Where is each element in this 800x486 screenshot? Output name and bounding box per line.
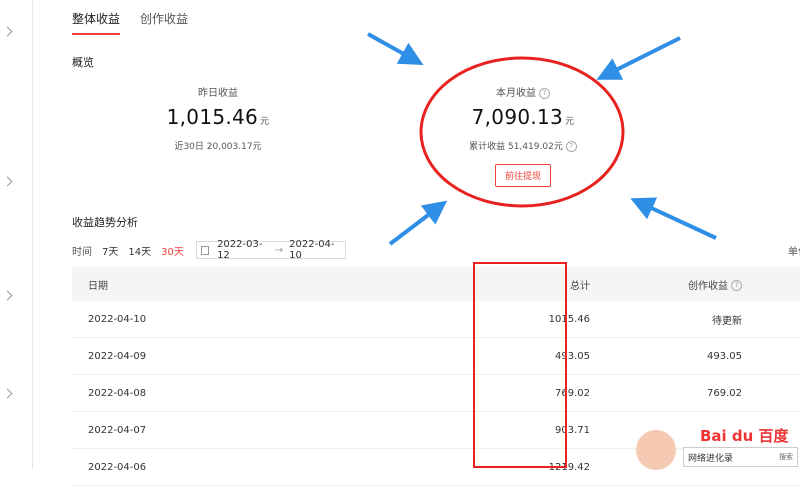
header-date: 日期 <box>72 267 289 301</box>
cumulative-income: 累计收益 51,419.02元? <box>443 139 603 152</box>
date-start: 2022-03-12 <box>217 239 263 261</box>
table-row: 2022-04-08 769.02 769.02 <box>72 374 800 412</box>
cell-creation-income: 769.02 <box>632 374 800 412</box>
cell-date: 2022-04-06 <box>72 448 289 486</box>
left-rail <box>0 0 33 469</box>
last-30-days-income: 近30日 20,003.17元 <box>174 142 262 152</box>
search-icon: 搜索 <box>779 453 793 461</box>
tab-overall-income[interactable]: 整体收益 <box>72 10 121 35</box>
calendar-icon <box>200 245 210 255</box>
yesterday-income-card: 昨日收益 1,015.46 元 近30日 20,003.17元 <box>138 84 298 152</box>
trend-title: 收益趋势分析 <box>72 216 138 229</box>
month-income-label: 本月收益? <box>443 84 603 99</box>
date-range-picker[interactable]: 2022-03-12 → 2022-04-10 <box>195 239 346 261</box>
cell-creation-income: 待更新 <box>632 301 800 338</box>
cell-total: 1015.46 <box>289 301 632 338</box>
date-range-selector: 时间 7天 14天 30天 2022-03-12 → 2022-04-10 <box>72 239 346 261</box>
month-income-value: 7,090.13 元 <box>471 105 575 129</box>
table-row: 2022-04-10 1015.46 待更新 <box>72 301 800 338</box>
watermark-text: 网络进化录 <box>688 453 734 464</box>
range-30-days[interactable]: 30天 <box>161 243 184 258</box>
table-row: 2022-04-09 493.05 493.05 <box>72 337 800 375</box>
chevron-icon[interactable] <box>2 26 13 37</box>
baidu-logo: Bai du 百度 <box>700 427 789 445</box>
date-separator: → <box>274 244 284 256</box>
help-icon[interactable]: ? <box>731 280 742 291</box>
overview-title: 概览 <box>72 56 94 69</box>
month-income-card: 本月收益? 7,090.13 元 累计收益 51,419.02元? 前往提现 <box>443 84 603 187</box>
cell-date: 2022-04-07 <box>72 411 289 449</box>
chevron-icon[interactable] <box>2 290 13 301</box>
unit-label: 单位 <box>788 247 800 258</box>
cell-total: 903.71 <box>289 411 632 449</box>
yesterday-income-value: 1,015.46 元 <box>166 105 270 129</box>
chevron-icon[interactable] <box>2 176 13 187</box>
income-tabs: 整体收益 创作收益 <box>72 10 188 35</box>
range-7-days[interactable]: 7天 <box>102 243 118 258</box>
header-total: 总计 <box>289 267 632 301</box>
date-end: 2022-04-10 <box>289 239 335 261</box>
help-icon[interactable]: ? <box>539 87 550 99</box>
withdraw-button[interactable]: 前往提现 <box>494 164 551 187</box>
time-label: 时间 <box>72 246 92 258</box>
range-14-days[interactable]: 14天 <box>128 243 151 258</box>
blue-arrow-annotation <box>367 32 424 65</box>
cell-date: 2022-04-08 <box>72 374 289 412</box>
help-icon[interactable]: ? <box>565 141 577 152</box>
table-header-row: 日期 总计 创作收益? <box>72 267 800 301</box>
yesterday-income-label: 昨日收益 <box>198 88 238 99</box>
header-creation-income: 创作收益? <box>632 267 800 301</box>
table-row: 2022-04-07 903.71 <box>72 411 800 449</box>
cell-total: 1219.42 <box>289 448 632 486</box>
blue-arrow-annotation <box>388 200 448 246</box>
cell-date: 2022-04-09 <box>72 337 289 375</box>
chevron-icon[interactable] <box>2 388 13 399</box>
blue-arrow-annotation <box>630 197 717 240</box>
cell-date: 2022-04-10 <box>72 301 289 338</box>
cell-total: 769.02 <box>289 374 632 412</box>
watermark-search-bar: 网络进化录 搜索 <box>683 447 798 467</box>
cell-creation-income: 493.05 <box>632 337 800 375</box>
cell-total: 493.05 <box>289 337 632 375</box>
tab-creation-income[interactable]: 创作收益 <box>140 10 188 35</box>
blue-arrow-annotation <box>596 36 681 80</box>
mascot-image <box>636 430 676 470</box>
